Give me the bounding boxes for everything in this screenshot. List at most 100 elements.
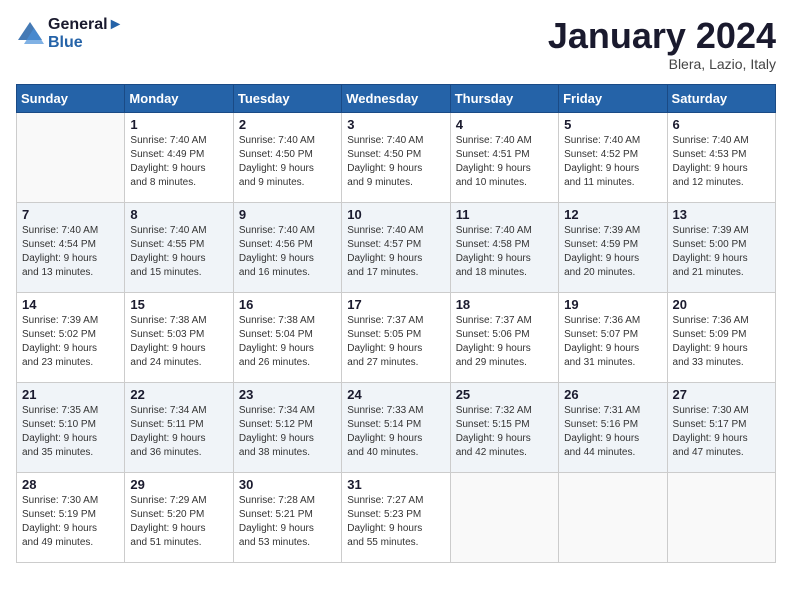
page-header: General► Blue January 2024 Blera, Lazio,… [16,16,776,72]
day-info: Sunrise: 7:40 AM Sunset: 4:51 PM Dayligh… [456,135,532,188]
calendar-cell: 21 Sunrise: 7:35 AM Sunset: 5:10 PM Dayli… [17,382,125,472]
day-number: 24 [347,387,444,402]
weekday-header-row: SundayMondayTuesdayWednesdayThursdayFrid… [17,84,776,112]
day-number: 8 [130,207,227,222]
calendar-cell [17,112,125,202]
weekday-header-friday: Friday [559,84,667,112]
calendar-cell: 12Sunrise: 7:39 AM Sunset: 4:59 PM Dayli… [559,202,667,292]
calendar-week-row: 28 Sunrise: 7:30 AM Sunset: 5:19 PM Dayli… [17,472,776,562]
logo-icon [16,20,44,48]
day-number: 16 [239,297,336,312]
day-info: Sunrise: 7:35 AM Sunset: 5:10 PM Dayligh… [22,405,98,458]
day-number: 17 [347,297,444,312]
calendar-cell: 25Sunrise: 7:32 AM Sunset: 5:15 PM Dayli… [450,382,558,472]
day-number: 6 [673,117,770,132]
calendar-cell: 13Sunrise: 7:39 AM Sunset: 5:00 PM Dayli… [667,202,775,292]
day-info: Sunrise: 7:29 AM Sunset: 5:20 PM Dayligh… [130,495,206,548]
calendar-cell: 10Sunrise: 7:40 AM Sunset: 4:57 PM Dayli… [342,202,450,292]
calendar-cell: 19 Sunrise: 7:36 AM Sunset: 5:07 PM Dayli… [559,292,667,382]
weekday-header-monday: Monday [125,84,233,112]
calendar-cell: 15 Sunrise: 7:38 AM Sunset: 5:03 PM Dayli… [125,292,233,382]
day-info: Sunrise: 7:27 AM Sunset: 5:23 PM Dayligh… [347,495,423,548]
day-info: Sunrise: 7:32 AM Sunset: 5:15 PM Dayligh… [456,405,532,458]
day-info: Sunrise: 7:38 AM Sunset: 5:04 PM Dayligh… [239,315,315,368]
day-number: 5 [564,117,661,132]
day-info: Sunrise: 7:39 AM Sunset: 5:02 PM Dayligh… [22,315,98,368]
calendar-subtitle: Blera, Lazio, Italy [548,56,776,72]
calendar-cell: 24 Sunrise: 7:33 AM Sunset: 5:14 PM Dayli… [342,382,450,472]
day-info: Sunrise: 7:40 AM Sunset: 4:56 PM Dayligh… [239,225,315,278]
calendar-cell: 2Sunrise: 7:40 AM Sunset: 4:50 PM Daylig… [233,112,341,202]
weekday-header-wednesday: Wednesday [342,84,450,112]
calendar-cell: 16 Sunrise: 7:38 AM Sunset: 5:04 PM Dayli… [233,292,341,382]
day-number: 15 [130,297,227,312]
calendar-cell: 4 Sunrise: 7:40 AM Sunset: 4:51 PM Daylig… [450,112,558,202]
day-number: 4 [456,117,553,132]
day-info: Sunrise: 7:31 AM Sunset: 5:16 PM Dayligh… [564,405,640,458]
calendar-cell: 28 Sunrise: 7:30 AM Sunset: 5:19 PM Dayli… [17,472,125,562]
logo: General► Blue [16,16,123,52]
day-info: Sunrise: 7:30 AM Sunset: 5:17 PM Dayligh… [673,405,749,458]
calendar-cell: 3 Sunrise: 7:40 AM Sunset: 4:50 PM Daylig… [342,112,450,202]
calendar-week-row: 14 Sunrise: 7:39 AM Sunset: 5:02 PM Dayli… [17,292,776,382]
day-number: 28 [22,477,119,492]
day-info: Sunrise: 7:37 AM Sunset: 5:05 PM Dayligh… [347,315,423,368]
day-info: Sunrise: 7:34 AM Sunset: 5:11 PM Dayligh… [130,405,206,458]
day-number: 30 [239,477,336,492]
day-info: Sunrise: 7:36 AM Sunset: 5:07 PM Dayligh… [564,315,640,368]
day-number: 14 [22,297,119,312]
calendar-cell: 31 Sunrise: 7:27 AM Sunset: 5:23 PM Dayli… [342,472,450,562]
day-number: 21 [22,387,119,402]
calendar-cell: 27Sunrise: 7:30 AM Sunset: 5:17 PM Dayli… [667,382,775,472]
calendar-cell: 23 Sunrise: 7:34 AM Sunset: 5:12 PM Dayli… [233,382,341,472]
day-info: Sunrise: 7:37 AM Sunset: 5:06 PM Dayligh… [456,315,532,368]
day-info: Sunrise: 7:40 AM Sunset: 4:54 PM Dayligh… [22,225,98,278]
weekday-header-sunday: Sunday [17,84,125,112]
title-block: January 2024 Blera, Lazio, Italy [548,16,776,72]
weekday-header-thursday: Thursday [450,84,558,112]
day-number: 31 [347,477,444,492]
day-info: Sunrise: 7:30 AM Sunset: 5:19 PM Dayligh… [22,495,98,548]
weekday-header-tuesday: Tuesday [233,84,341,112]
day-info: Sunrise: 7:33 AM Sunset: 5:14 PM Dayligh… [347,405,423,458]
calendar-cell: 30 Sunrise: 7:28 AM Sunset: 5:21 PM Dayli… [233,472,341,562]
calendar-cell: 9 Sunrise: 7:40 AM Sunset: 4:56 PM Daylig… [233,202,341,292]
day-info: Sunrise: 7:38 AM Sunset: 5:03 PM Dayligh… [130,315,206,368]
day-info: Sunrise: 7:40 AM Sunset: 4:58 PM Dayligh… [456,225,532,278]
day-info: Sunrise: 7:34 AM Sunset: 5:12 PM Dayligh… [239,405,315,458]
logo-text: General► Blue [48,16,123,52]
day-number: 11 [456,207,553,222]
day-number: 22 [130,387,227,402]
calendar-cell: 29Sunrise: 7:29 AM Sunset: 5:20 PM Dayli… [125,472,233,562]
day-info: Sunrise: 7:40 AM Sunset: 4:55 PM Dayligh… [130,225,206,278]
day-info: Sunrise: 7:40 AM Sunset: 4:50 PM Dayligh… [347,135,423,188]
day-info: Sunrise: 7:40 AM Sunset: 4:49 PM Dayligh… [130,135,206,188]
day-number: 19 [564,297,661,312]
calendar-table: SundayMondayTuesdayWednesdayThursdayFrid… [16,84,776,563]
day-number: 7 [22,207,119,222]
day-number: 23 [239,387,336,402]
day-number: 18 [456,297,553,312]
day-number: 13 [673,207,770,222]
calendar-week-row: 1Sunrise: 7:40 AM Sunset: 4:49 PM Daylig… [17,112,776,202]
calendar-cell: 18 Sunrise: 7:37 AM Sunset: 5:06 PM Dayli… [450,292,558,382]
day-number: 10 [347,207,444,222]
calendar-cell: 26Sunrise: 7:31 AM Sunset: 5:16 PM Dayli… [559,382,667,472]
day-number: 20 [673,297,770,312]
calendar-cell: 17 Sunrise: 7:37 AM Sunset: 5:05 PM Dayli… [342,292,450,382]
day-info: Sunrise: 7:28 AM Sunset: 5:21 PM Dayligh… [239,495,315,548]
calendar-cell: 6 Sunrise: 7:40 AM Sunset: 4:53 PM Daylig… [667,112,775,202]
day-info: Sunrise: 7:40 AM Sunset: 4:52 PM Dayligh… [564,135,640,188]
day-info: Sunrise: 7:36 AM Sunset: 5:09 PM Dayligh… [673,315,749,368]
day-info: Sunrise: 7:39 AM Sunset: 4:59 PM Dayligh… [564,225,640,278]
calendar-cell [559,472,667,562]
day-number: 9 [239,207,336,222]
calendar-cell [450,472,558,562]
day-number: 3 [347,117,444,132]
calendar-week-row: 7 Sunrise: 7:40 AM Sunset: 4:54 PM Daylig… [17,202,776,292]
calendar-cell: 5 Sunrise: 7:40 AM Sunset: 4:52 PM Daylig… [559,112,667,202]
calendar-cell [667,472,775,562]
calendar-cell: 8 Sunrise: 7:40 AM Sunset: 4:55 PM Daylig… [125,202,233,292]
day-info: Sunrise: 7:40 AM Sunset: 4:53 PM Dayligh… [673,135,749,188]
calendar-cell: 1Sunrise: 7:40 AM Sunset: 4:49 PM Daylig… [125,112,233,202]
